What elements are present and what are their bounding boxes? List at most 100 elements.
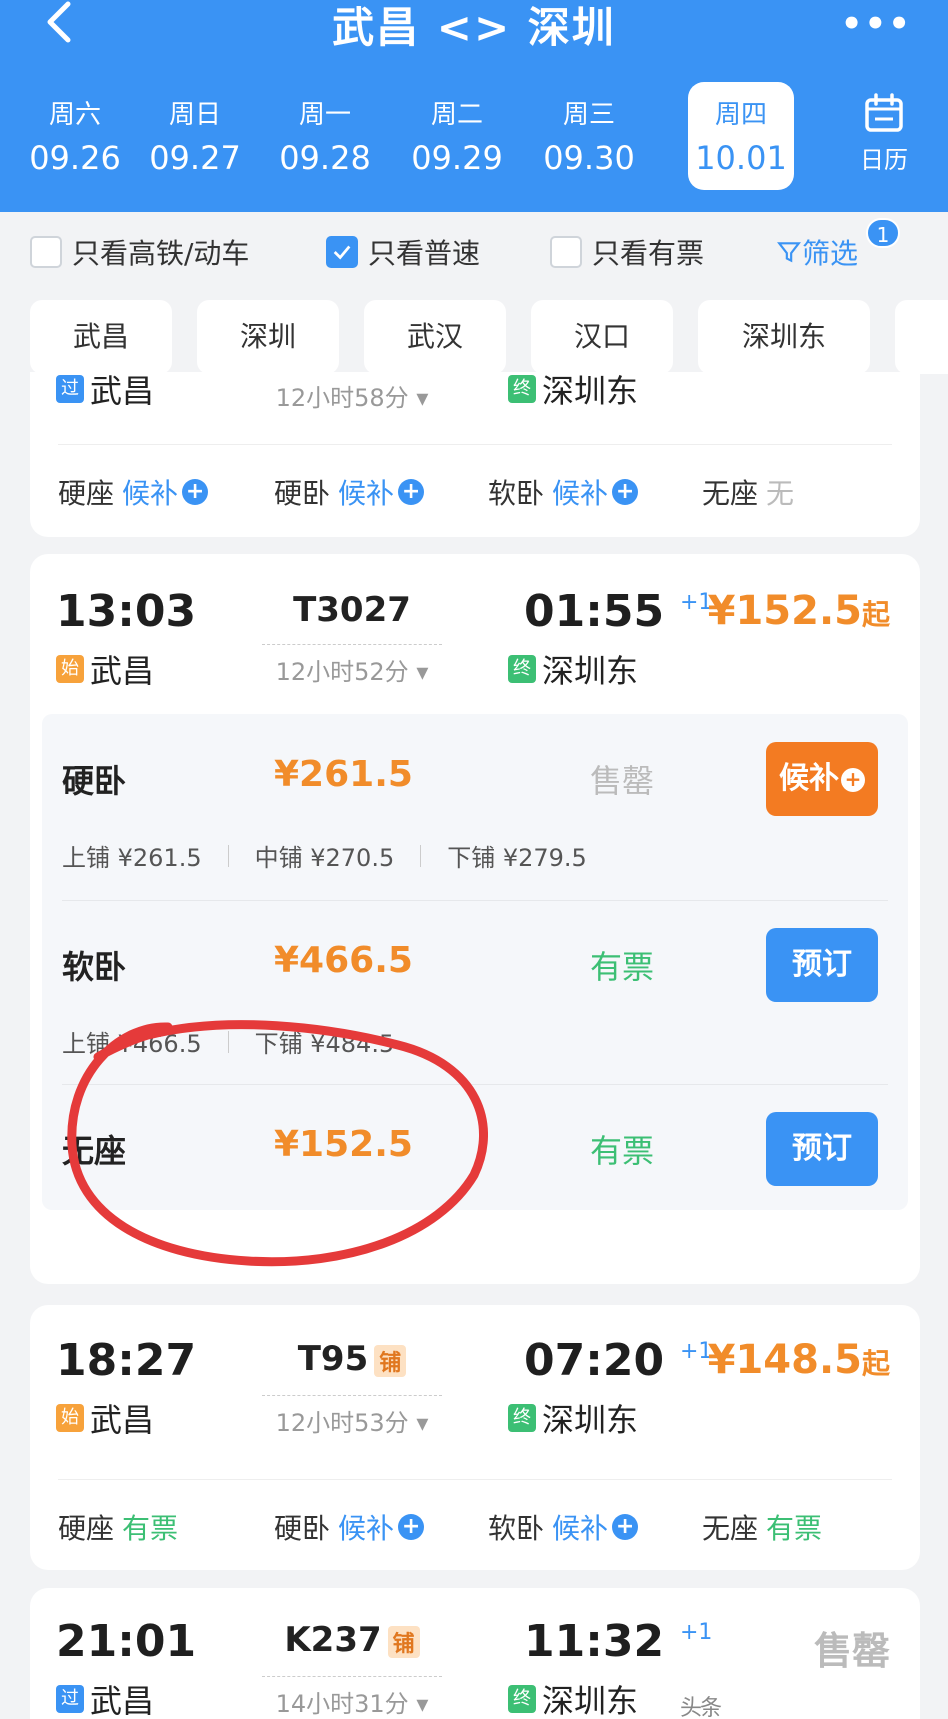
divider xyxy=(62,1084,888,1085)
duration-text: 14小时31分 xyxy=(275,1690,409,1718)
station-chip[interactable]: 汉口 xyxy=(531,300,673,374)
divider xyxy=(62,900,888,901)
filter-bar: 只看高铁/动车 只看普速 只看有票 筛选 xyxy=(0,212,948,292)
station-chip[interactable] xyxy=(895,300,948,374)
filter-high-speed[interactable]: 只看高铁/动车 xyxy=(30,232,249,272)
plus-icon: + xyxy=(612,479,639,505)
end-tag: 终 xyxy=(508,1685,536,1713)
seat-name: 无座 xyxy=(702,1512,759,1545)
waitlist-button[interactable]: 候补 + xyxy=(766,742,878,816)
sold-out-status: 售罄 xyxy=(813,1629,890,1673)
next-day-mark: +1 xyxy=(680,1620,713,1645)
train-card[interactable]: 过武昌 12小时58分 ▾ 终深圳东 硬座 候补 + 硬卧 候补 + 软卧 候补 + … xyxy=(30,372,920,537)
station-chip[interactable]: 深圳 xyxy=(197,300,339,374)
lowest-price: ¥148.5起 xyxy=(708,1337,890,1383)
train-number-text: K237 xyxy=(284,1620,382,1660)
date-tab-date: 09.28 xyxy=(279,139,371,177)
from-station-name: 武昌 xyxy=(90,1401,155,1439)
date-tab[interactable]: 周二 09.29 xyxy=(404,82,510,190)
plus-icon: + xyxy=(182,479,209,505)
filter-normal[interactable]: 只看普速 xyxy=(326,232,480,272)
train-card[interactable]: 18:27 始武昌 T95 铺 12小时53分 ▾ 07:20 +1 终深圳东 ¥… xyxy=(30,1305,920,1570)
date-tab-date: 09.27 xyxy=(149,139,241,177)
station-chip[interactable]: 深圳东 xyxy=(698,300,870,374)
funnel-icon xyxy=(777,242,801,263)
checkbox[interactable] xyxy=(550,236,582,268)
station-chips: 武昌 深圳 武汉 汉口 深圳东 xyxy=(0,298,948,376)
filter-button[interactable]: 筛选 xyxy=(776,232,858,272)
berth-price: 下铺 ¥484.5 xyxy=(254,1030,395,1058)
berth-badge: 铺 xyxy=(374,1344,407,1377)
divider xyxy=(58,1479,892,1480)
pass-tag: 过 xyxy=(56,1685,84,1713)
duration[interactable]: 12小时53分 ▾ xyxy=(262,1403,442,1438)
filter-has-ticket[interactable]: 只看有票 xyxy=(550,232,704,272)
seat-status: 无 xyxy=(766,477,795,510)
seat-name: 软卧 xyxy=(488,1512,545,1545)
date-tab-date: 09.29 xyxy=(411,139,503,177)
train-card[interactable]: 13:03 始武昌 T3027 12小时52分 ▾ 01:55 +1 终深圳东 … xyxy=(30,554,920,1284)
train-card[interactable]: 21:01 过武昌 K237 铺 14小时31分 ▾ 11:32 +1 终深圳东 … xyxy=(30,1588,920,1719)
book-button[interactable]: 预订 xyxy=(766,928,878,1002)
date-tab-selected[interactable]: 周四 10.01 xyxy=(688,82,794,190)
berth-prices: 上铺 ¥466.5 下铺 ¥484.5 xyxy=(62,1024,394,1059)
date-tabs: 周六 09.26 周日 09.27 周一 09.28 周二 09.29 周三 0… xyxy=(22,82,802,190)
seat-summary: 无座 无 xyxy=(702,472,794,512)
seat-status: 有票 xyxy=(766,1512,823,1545)
seat-name: 硬座 xyxy=(58,1512,115,1545)
price-suffix: 起 xyxy=(861,1347,890,1380)
date-tab-weekday: 周三 xyxy=(562,100,615,130)
to-station-name: 深圳东 xyxy=(542,1401,639,1439)
date-tab-weekday: 周六 xyxy=(48,100,101,130)
berth-price: 上铺 ¥466.5 xyxy=(62,1030,202,1058)
date-tab[interactable]: 周一 09.28 xyxy=(272,82,378,190)
seat-summary: 无座 有票 xyxy=(702,1507,822,1547)
seat-name: 无座 xyxy=(62,1132,127,1170)
date-tab-date: 09.26 xyxy=(29,139,121,177)
duration[interactable]: 12小时52分 ▾ xyxy=(262,652,442,687)
checkbox[interactable] xyxy=(30,236,62,268)
to-station-name: 深圳东 xyxy=(542,652,639,690)
divider xyxy=(262,1676,442,1677)
date-tab[interactable]: 周六 09.26 xyxy=(22,82,128,190)
filter-high-speed-label: 只看高铁/动车 xyxy=(72,237,250,270)
end-tag: 终 xyxy=(508,655,536,683)
start-tag: 始 xyxy=(56,1404,84,1432)
seat-status: 有票 xyxy=(589,948,654,986)
station-chip[interactable]: 武昌 xyxy=(30,300,172,374)
depart-time: 18:27 xyxy=(56,1335,197,1386)
seat-status: 售罄 xyxy=(589,762,654,800)
seat-name: 无座 xyxy=(702,477,759,510)
seat-price: ¥466.5 xyxy=(274,940,413,981)
more-icon[interactable]: ••• xyxy=(841,4,912,44)
checkbox-checked[interactable] xyxy=(326,236,358,268)
duration[interactable]: 14小时31分 ▾ xyxy=(262,1684,442,1719)
train-number: T95 铺 xyxy=(262,1339,442,1379)
station-chip[interactable]: 武汉 xyxy=(364,300,506,374)
seat-status: 候补 xyxy=(552,1512,609,1545)
seat-summary: 硬卧 候补 + xyxy=(274,1507,425,1547)
duration-text: 12小时52分 xyxy=(275,658,409,686)
seat-name: 硬座 xyxy=(58,477,115,510)
watermark: 头条 xyxy=(680,1696,722,1719)
from-station-name: 武昌 xyxy=(90,652,155,690)
seat-name: 硬卧 xyxy=(62,762,127,800)
from-station: 过武昌 xyxy=(56,1676,154,1719)
seat-panel: 硬卧 ¥261.5 售罄 候补 + 上铺 ¥261.5 中铺 ¥270.5 下铺 … xyxy=(42,714,908,1210)
date-tab[interactable]: 周三 09.30 xyxy=(536,82,642,190)
berth-price: 上铺 ¥261.5 xyxy=(62,844,202,872)
to-station: 终深圳东 xyxy=(508,1676,638,1719)
plus-icon: + xyxy=(398,479,425,505)
arrive-time: 11:32 xyxy=(524,1616,665,1667)
plus-icon: + xyxy=(612,1514,639,1540)
calendar-button[interactable]: 日历 xyxy=(848,92,920,175)
seat-summary: 硬座 候补 + xyxy=(58,472,209,512)
page-title: 武昌 <> 深圳 xyxy=(332,3,616,52)
to-station-name: 深圳东 xyxy=(542,372,639,410)
book-button[interactable]: 预订 xyxy=(766,1112,878,1186)
divider xyxy=(58,444,892,445)
end-tag: 终 xyxy=(508,1404,536,1432)
date-tab[interactable]: 周日 09.27 xyxy=(142,82,248,190)
price-suffix: 起 xyxy=(861,598,890,631)
date-tab-date: 10.01 xyxy=(695,139,787,177)
